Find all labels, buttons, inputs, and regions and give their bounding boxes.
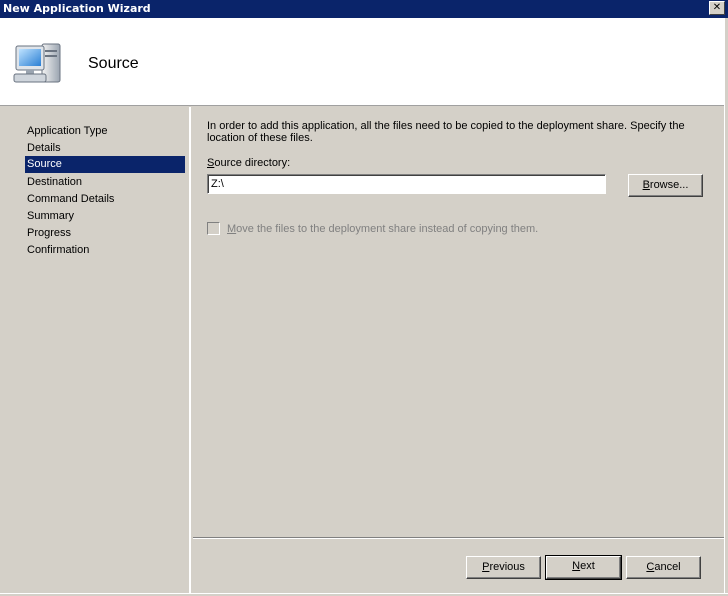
browse-button[interactable]: Browse... [628, 174, 703, 197]
window-border-right [724, 18, 728, 596]
step-progress: Progress [27, 227, 72, 239]
step-destination: Destination [27, 176, 83, 188]
previous-button[interactable]: Previous [466, 556, 541, 579]
step-confirmation: Confirmation [27, 244, 90, 256]
move-files-checkbox[interactable] [207, 222, 220, 235]
window-title: New Application Wizard [3, 2, 151, 15]
wizard-steps: Application Type Details Source Destinat… [2, 107, 191, 593]
source-directory-label: Source directory: [207, 157, 291, 169]
computer-icon [13, 43, 61, 83]
source-directory-input[interactable]: Z:\ [207, 174, 606, 194]
next-button[interactable]: Next [545, 555, 622, 580]
title-bar: New Application Wizard ✕ [0, 0, 728, 18]
close-icon: ✕ [712, 2, 722, 13]
step-details: Details [27, 142, 61, 154]
cancel-button[interactable]: Cancel [626, 556, 701, 579]
wizard-footer: Previous Next Cancel [193, 539, 724, 593]
move-files-label: Move the files to the deployment share i… [227, 223, 539, 235]
step-application-type: Application Type [27, 125, 108, 137]
instructions-text: In order to add this application, all th… [207, 120, 685, 144]
step-source: Source [25, 156, 185, 173]
close-button[interactable]: ✕ [709, 1, 725, 15]
wizard-header: Source [0, 18, 728, 106]
step-summary: Summary [27, 210, 75, 222]
page-title: Source [88, 55, 139, 72]
main-panel: In order to add this application, all th… [193, 107, 724, 537]
step-command-details: Command Details [27, 193, 115, 205]
